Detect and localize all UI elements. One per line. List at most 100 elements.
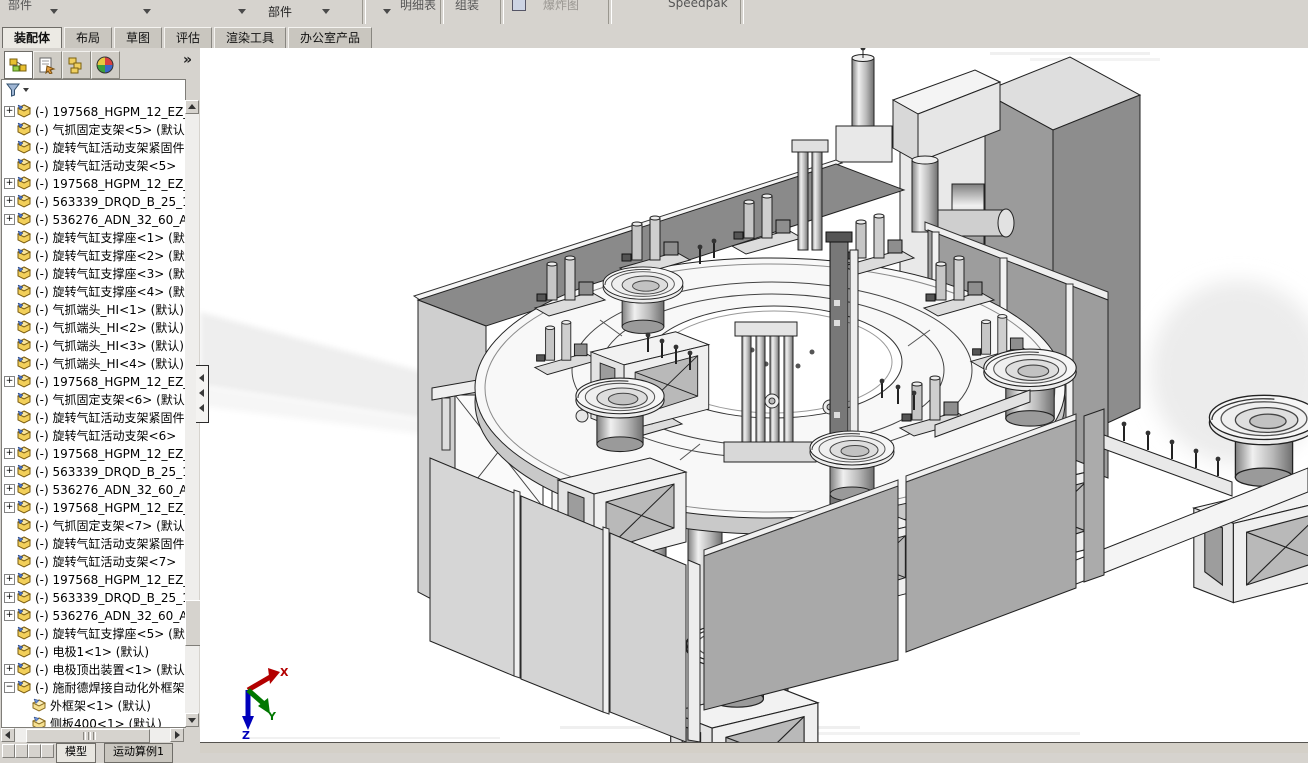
tree-item[interactable]: + (-) 563339_DRQD_B_25_1 [2,588,186,606]
tree-expand-box[interactable]: + [4,466,15,477]
tree-item[interactable]: (-) 旋转气缸活动支架<5> [2,156,185,174]
tree-item[interactable]: (-) 旋转气缸活动支架紧固件 [2,534,185,552]
first-tab-button[interactable] [2,744,15,758]
tree-expand-box[interactable]: + [4,574,15,585]
tree-item[interactable]: (-) 气抓端头_HI<2> (默认) [2,318,185,336]
toolbar-separator [740,0,744,24]
displaymanager-tab[interactable] [91,51,120,79]
tree-expand-box[interactable]: + [4,214,15,225]
svg-text:Y: Y [267,710,277,723]
tree-item[interactable]: (-) 气抓端头_HI<3> (默认) [2,336,185,354]
tree-item-label: (-) 施耐德焊接自动化外框架 [35,681,185,695]
tree-item[interactable]: + (-) 197568_HGPM_12_EZ_ [2,444,186,462]
tree-item[interactable]: + (-) 197568_HGPM_12_EZ_ [2,498,185,516]
tree-item-label: (-) 563339_DRQD_B_25_1 [35,591,186,605]
tree-item[interactable]: + (-) 197568_HGPM_12_EZ_ [2,372,185,390]
filter-caret-icon[interactable] [23,88,29,92]
toolbar-fragment[interactable]: 组装 [455,0,479,13]
toolbar-separator [440,0,444,24]
tab-model[interactable]: 模型 [56,743,96,763]
ribbon-tab-1[interactable]: 布局 [64,27,113,48]
featuremanager-design-tree-tab[interactable] [4,51,33,79]
ribbon-tab-3[interactable]: 评估 [164,27,213,48]
tree-item[interactable]: (-) 气抓固定支架<5> (默认 [2,120,185,138]
tree-expand-box[interactable]: + [4,610,15,621]
tree-item[interactable]: (-) 旋转气缸支撑座<1> (默 [2,228,185,246]
tree-item[interactable]: − (-) 施耐德焊接自动化外框架 [2,678,185,696]
prev-tab-button[interactable] [15,744,28,758]
tree-item[interactable]: (-) 旋转气缸活动支架紧固件 [2,138,185,156]
tree-expand-box[interactable]: + [4,448,15,459]
toolbar-fragment-disabled: 爆炸图 [543,0,580,12]
ribbon-tab-5[interactable]: 办公室产品 [288,27,373,48]
tree-expand-box[interactable]: + [4,376,15,387]
tree-item[interactable]: (-) 气抓端头_HI<4> (默认) [2,354,185,372]
tree-expand-box[interactable]: + [4,664,15,675]
tree-expand-box[interactable]: + [4,196,15,207]
tree-item-label: 外框架<1> (默认) [50,699,151,713]
dropdown-caret-icon[interactable] [143,9,151,14]
tree-item[interactable]: + (-) 197568_HGPM_12_EZ_ [2,570,185,588]
tree-expand-box[interactable]: + [4,592,15,603]
scroll-left-button[interactable] [1,728,15,742]
ribbon-tab-2[interactable]: 草图 [114,27,163,48]
tree-item[interactable]: (-) 旋转气缸支撑座<5> (默 [2,624,185,642]
toolbar-icon[interactable] [512,0,526,11]
toolbar-separator [608,0,612,24]
tree-expand-box[interactable]: − [4,682,15,693]
tree-item[interactable]: (-) 旋转气缸支撑座<4> (默 [2,282,185,300]
tree-item[interactable]: + (-) 197568_HGPM_12_EZ_ [2,102,186,120]
propertymanager-tab[interactable] [33,51,62,79]
tree-item[interactable]: + (-) 197568_HGPM_12_EZ_ [2,174,185,192]
tree-item-label: (-) 197568_HGPM_12_EZ_ [35,447,186,461]
tree-expand-box[interactable]: + [4,106,15,117]
tree-expand-box[interactable]: + [4,178,15,189]
panel-overflow-chevron[interactable]: » [183,52,192,68]
scroll-up-button[interactable] [185,100,199,114]
tree-item[interactable]: (-) 旋转气缸支撑座<3> (默 [2,264,185,282]
panel-collapse-handle[interactable] [196,365,209,423]
configurationmanager-tab[interactable] [62,51,91,79]
tree-expand-box[interactable]: + [4,502,15,513]
last-tab-button[interactable] [41,744,54,758]
ribbon-tab-4[interactable]: 渲染工具 [214,27,287,48]
dropdown-caret-icon[interactable] [238,9,246,14]
tree-filter-bar[interactable] [1,79,186,102]
tree-item-label: (-) 旋转气缸支撑座<5> (默 [35,627,185,641]
tree-item[interactable]: (-) 旋转气缸活动支架<6> [2,426,185,444]
tree-item[interactable]: + (-) 536276_ADN_32_60_A [2,480,185,498]
speedpak-button[interactable]: Speedpak [668,0,728,10]
graphics-viewport[interactable]: X Y Z [200,48,1308,742]
tree-item[interactable]: (-) 气抓固定支架<6> (默认 [2,390,185,408]
tab-motion-study[interactable]: 运动算例1 [104,743,173,763]
dropdown-caret-icon[interactable] [50,9,58,14]
tree-item[interactable]: (-) 旋转气缸支撑座<2> (默 [2,246,185,264]
feature-tree: + (-) 197568_HGPM_12_EZ_ (-) 气抓固定支架<5> (默认… [1,100,186,728]
tree-item[interactable]: (-) 旋转气缸活动支架紧固件 [2,408,185,426]
tree-item[interactable]: (-) 旋转气缸活动支架<7> [2,552,185,570]
ribbon-tab-0[interactable]: 装配体 [2,27,63,49]
tree-item[interactable]: + (-) 电极顶出装置<1> (默认 [2,660,185,678]
tree-item[interactable]: + (-) 563339_DRQD_B_25_1 [2,192,185,210]
toolbar-fragment[interactable]: 部件 [8,0,32,13]
tree-item[interactable]: + (-) 536276_ADN_32_60_A [2,210,185,228]
tree-item[interactable]: + (-) 536276_ADN_32_60_A [2,606,185,624]
tree-item-label: (-) 197568_HGPM_12_EZ_ [35,105,186,119]
tree-item[interactable]: (-) 气抓固定支架<7> (默认 [2,516,185,534]
tree-hscrollbar-thumb[interactable] [26,729,150,743]
command-manager-strip: 部件 部件 明细表 组装 爆炸图 Speedpak [0,0,1308,25]
toolbar-fragment[interactable]: 明细表 [400,0,436,13]
tree-item[interactable]: 外框架<1> (默认) [2,696,185,714]
dropdown-caret-icon[interactable] [322,9,330,14]
tree-item[interactable]: + (-) 563339_DRQD_B_25_1 [2,462,185,480]
scroll-right-button[interactable] [170,728,184,742]
tree-expand-box[interactable]: + [4,484,15,495]
tree-scrollbar-thumb[interactable] [185,600,201,646]
tree-item[interactable]: (-) 电极1<1> (默认) [2,642,185,660]
dropdown-caret-icon[interactable] [383,9,391,14]
next-tab-button[interactable] [28,744,41,758]
scroll-down-button[interactable] [185,713,199,727]
insert-component-button[interactable]: 部件 [268,3,292,20]
tree-item[interactable]: 侧板400<1> (默认) [2,714,185,727]
tree-item[interactable]: (-) 气抓端头_HI<1> (默认) [2,300,185,318]
